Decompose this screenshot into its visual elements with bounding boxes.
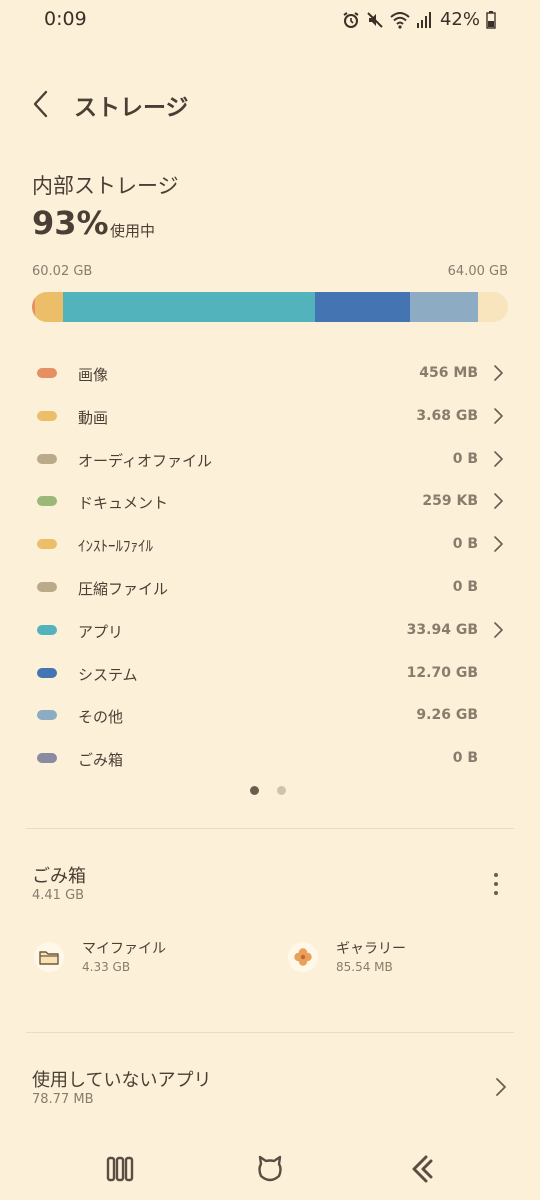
category-label: ドキュメント	[78, 494, 169, 513]
in-use-label: 使用中	[110, 222, 156, 240]
signal-icon	[416, 11, 431, 28]
unused-apps-size: 78.77 MB	[32, 1092, 94, 1107]
used-amount: 60.02 GB	[32, 264, 93, 279]
navigation-bar	[0, 1140, 540, 1200]
category-color-dot	[37, 667, 57, 678]
trash-size: 4.41 GB	[32, 888, 85, 903]
category-color-dot	[37, 368, 57, 378]
category-color-dot	[37, 581, 57, 592]
category-label: オーディオファイル	[78, 451, 212, 470]
category-label: 動画	[78, 408, 109, 427]
category-size: 456 MB	[419, 365, 478, 381]
page-title: ストレージ	[74, 95, 189, 121]
trash-item-name: ギャラリー	[336, 941, 406, 957]
app-header: ストレージ	[0, 84, 540, 124]
category-list: 画像 456 MB 動画 3.68 GB オーディオファイル 0 B ドキュメント 259 K…	[0, 352, 540, 780]
chevron-right-icon	[494, 536, 503, 552]
usage-segment	[35, 292, 63, 322]
divider	[26, 1032, 514, 1033]
category-size: 0 B	[452, 450, 478, 467]
wifi-icon	[390, 11, 410, 29]
category-size: 259 KB	[422, 493, 478, 510]
category-color-dot	[37, 496, 57, 507]
home-icon[interactable]	[252, 1154, 288, 1184]
page-indicator	[250, 786, 286, 795]
folder-icon	[34, 942, 64, 972]
category-row[interactable]: 動画 3.68 GB	[0, 395, 540, 438]
category-label: その他	[78, 708, 124, 727]
category-color-dot	[37, 539, 57, 550]
page-dot[interactable]	[277, 786, 286, 795]
category-label: 圧縮ファイル	[78, 579, 169, 598]
trash-my-files[interactable]: マイファイル 4.33 GB	[34, 936, 254, 984]
category-row[interactable]: オーディオファイル 0 B	[0, 438, 540, 481]
trash-item-name: マイファイル	[82, 941, 166, 957]
unused-apps-title: 使用していないアプリ	[32, 1070, 212, 1091]
category-size: 0 B	[452, 578, 478, 595]
category-size: 0 B	[452, 536, 478, 553]
battery-percent: 42%	[439, 9, 480, 30]
trash-item-size: 85.54 MB	[336, 960, 393, 974]
category-label: 画像	[78, 366, 109, 384]
back-arrow-icon[interactable]	[26, 86, 58, 122]
category-color-dot	[37, 624, 57, 635]
chevron-right-icon	[494, 621, 503, 638]
trash-title: ごみ箱	[32, 866, 86, 887]
category-size: 3.68 GB	[416, 407, 478, 424]
category-color-dot	[37, 710, 57, 721]
category-size: 0 B	[452, 750, 478, 767]
more-options-icon[interactable]	[486, 870, 506, 898]
mute-icon	[367, 11, 383, 28]
usage-segment	[62, 292, 316, 322]
category-row: その他 9.26 GB	[0, 694, 540, 737]
alarm-icon	[343, 11, 359, 28]
usage-segment	[409, 292, 479, 322]
category-color-dot	[37, 453, 57, 464]
usage-percent: 93%	[32, 204, 109, 242]
category-row: 圧縮ファイル 0 B	[0, 566, 540, 609]
chevron-right-icon	[494, 450, 503, 467]
status-icons: 42%	[342, 9, 496, 30]
trash-gallery[interactable]: ギャラリー 85.54 MB	[288, 936, 508, 984]
back-icon[interactable]	[404, 1154, 440, 1184]
category-label: システム	[78, 665, 138, 684]
status-bar: 0:09 42%	[0, 0, 540, 40]
category-size: 9.26 GB	[416, 707, 478, 724]
flower-icon	[288, 942, 318, 972]
category-label: アプリ	[78, 622, 124, 641]
chevron-right-icon	[494, 365, 503, 381]
battery-icon	[486, 10, 496, 29]
category-size: 12.70 GB	[406, 664, 478, 681]
category-row: ごみ箱 0 B	[0, 737, 540, 780]
usage-segment	[315, 292, 410, 322]
category-row[interactable]: ｲﾝｽﾄｰﾙﾌｧｲﾙ 0 B	[0, 523, 540, 566]
divider	[26, 828, 514, 829]
total-amount: 64.00 GB	[447, 264, 508, 279]
category-label: ごみ箱	[78, 751, 124, 770]
chevron-right-icon	[494, 407, 503, 424]
category-label: ｲﾝｽﾄｰﾙﾌｧｲﾙ	[78, 537, 154, 556]
chevron-right-icon	[494, 493, 503, 510]
category-row[interactable]: ドキュメント 259 KB	[0, 480, 540, 523]
category-row[interactable]: アプリ 33.94 GB	[0, 609, 540, 652]
recent-apps-icon[interactable]	[102, 1154, 138, 1184]
status-time: 0:09	[44, 8, 87, 30]
chevron-right-icon	[496, 1078, 506, 1096]
category-row[interactable]: 画像 456 MB	[0, 352, 540, 395]
category-row: システム 12.70 GB	[0, 652, 540, 695]
page-dot[interactable]	[250, 786, 259, 795]
trash-item-size: 4.33 GB	[82, 960, 131, 974]
internal-storage-title: 内部ストレージ	[32, 174, 179, 198]
category-color-dot	[37, 410, 57, 421]
category-color-dot	[37, 753, 57, 764]
storage-usage-bar	[32, 292, 508, 322]
category-size: 33.94 GB	[406, 621, 478, 638]
